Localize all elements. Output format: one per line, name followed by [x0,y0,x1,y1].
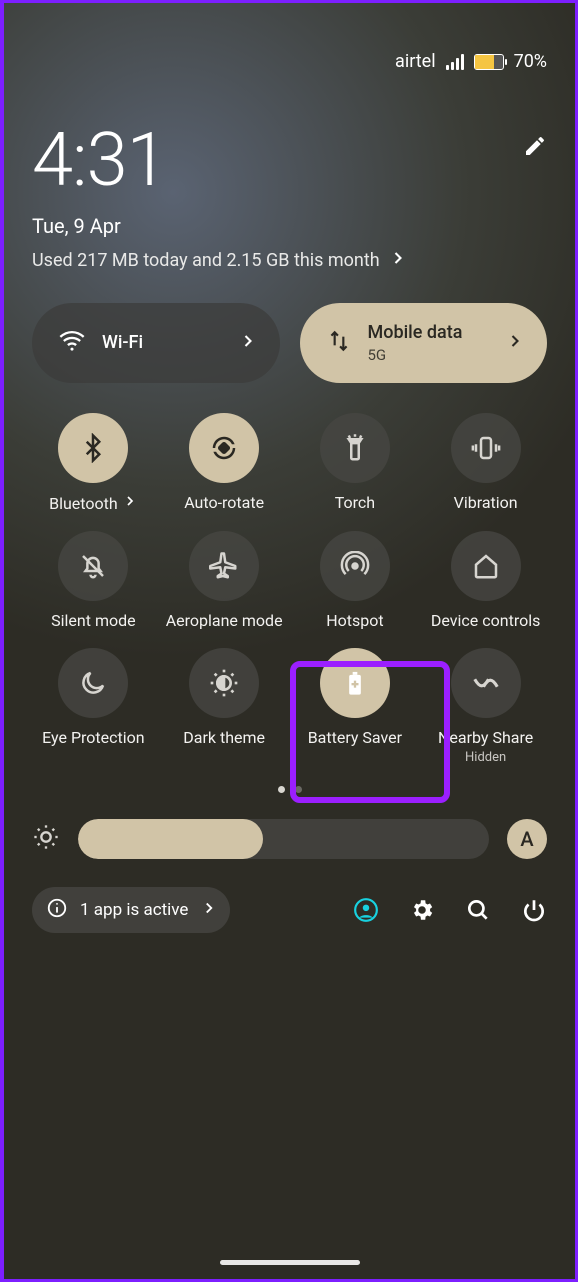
aeroplane-mode-label: Aeroplane mode [166,611,283,630]
brightness-slider[interactable] [78,819,489,859]
device-controls-tile[interactable]: Device controls [424,531,547,630]
home-icon [471,551,501,581]
status-bar: airtel 70% [32,3,547,72]
eye-protection-label: Eye Protection [42,728,144,747]
battery-saver-tile[interactable]: Battery Saver [294,648,417,764]
wifi-icon [58,327,86,359]
silent-mode-label: Silent mode [51,611,135,630]
vibration-icon [471,433,501,463]
vibration-label: Vibration [454,493,518,512]
chevron-right-icon [388,248,408,273]
brightness-icon [32,823,60,855]
edit-button[interactable] [523,134,547,162]
auto-brightness-toggle[interactable]: A [507,819,547,859]
mobile-data-label: Mobile data [368,322,490,344]
torch-icon [340,433,370,463]
active-apps-chip[interactable]: 1 app is active [32,887,230,933]
battery-saver-label: Battery Saver [308,728,402,747]
nearby-share-icon [471,668,501,698]
chevron-right-icon [122,493,138,513]
battery-saver-icon [341,669,369,697]
power-icon [521,897,547,923]
aeroplane-icon [209,551,239,581]
user-switch-button[interactable] [353,897,379,923]
bluetooth-label: Bluetooth [49,494,118,513]
mobile-data-tile[interactable]: Mobile data 5G [300,303,548,383]
device-controls-label: Device controls [431,611,540,630]
signal-icon [446,54,464,70]
nearby-share-sublabel: Hidden [465,751,506,764]
eye-protection-tile[interactable]: Eye Protection [32,648,155,764]
settings-button[interactable] [409,897,435,923]
hotspot-icon [340,551,370,581]
info-icon [46,897,68,924]
bluetooth-tile[interactable]: Bluetooth [32,413,155,513]
power-button[interactable] [521,897,547,923]
search-icon [465,897,491,923]
torch-label: Torch [335,493,375,512]
date-label: Tue, 9 Apr [32,214,547,238]
torch-tile[interactable]: Torch [294,413,417,513]
autorotate-icon [209,433,239,463]
battery-percentage: 70% [514,51,547,72]
carrier-label: airtel [395,51,436,72]
gesture-nav-bar[interactable] [220,1260,360,1265]
autorotate-label: Auto-rotate [184,493,264,512]
active-apps-text: 1 app is active [80,900,188,920]
wifi-label: Wi-Fi [102,332,222,354]
hotspot-tile[interactable]: Hotspot [294,531,417,630]
mobile-data-icon [326,328,352,358]
pencil-icon [523,134,547,158]
chevron-right-icon [238,331,258,355]
mobile-data-sublabel: 5G [368,346,490,364]
data-usage-text: Used 217 MB today and 2.15 GB this month [32,250,380,271]
page-indicator [32,786,547,793]
data-usage-row[interactable]: Used 217 MB today and 2.15 GB this month [32,248,547,273]
vibration-tile[interactable]: Vibration [424,413,547,513]
autorotate-tile[interactable]: Auto-rotate [163,413,286,513]
aeroplane-mode-tile[interactable]: Aeroplane mode [163,531,286,630]
chevron-right-icon [200,899,218,922]
dark-theme-tile[interactable]: Dark theme [163,648,286,764]
bell-off-icon [78,551,108,581]
silent-mode-tile[interactable]: Silent mode [32,531,155,630]
hotspot-label: Hotspot [326,611,383,630]
battery-icon [474,54,504,70]
clock-time: 4:31 [32,124,167,198]
gear-icon [409,897,435,923]
dark-theme-label: Dark theme [183,728,265,747]
wifi-tile[interactable]: Wi-Fi [32,303,280,383]
moon-icon [78,668,108,698]
search-button[interactable] [465,897,491,923]
bluetooth-icon [78,433,108,463]
dark-theme-icon [208,667,240,699]
chevron-right-icon [505,331,525,355]
nearby-share-tile[interactable]: Nearby Share Hidden [424,648,547,764]
nearby-share-label: Nearby Share [438,728,533,747]
